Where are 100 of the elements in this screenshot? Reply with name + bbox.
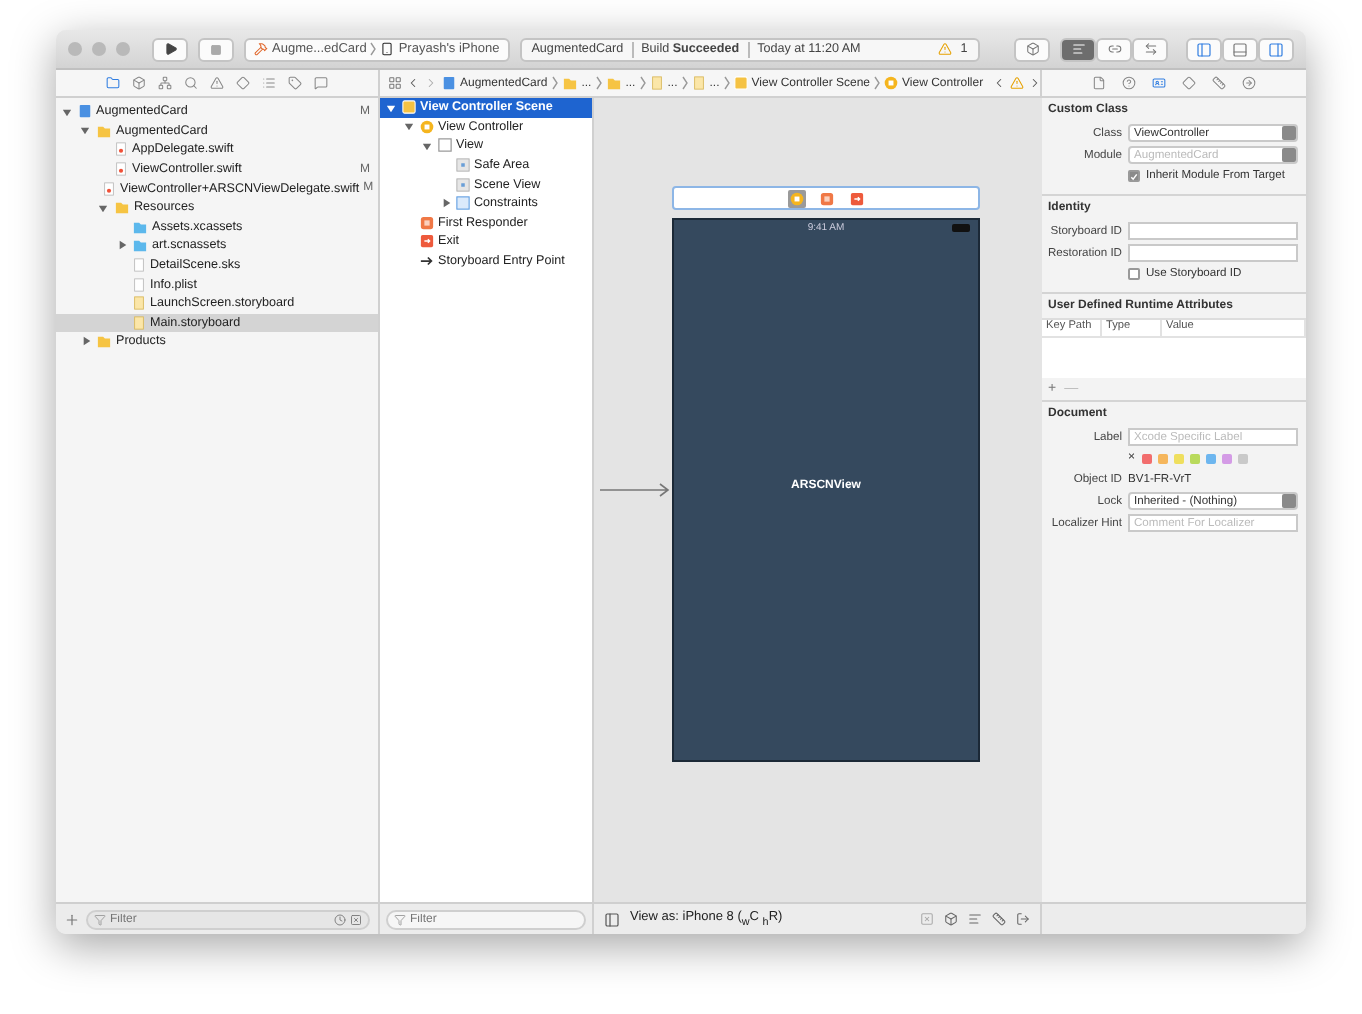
box-icon[interactable] <box>132 76 146 90</box>
chevron-icon <box>874 76 881 90</box>
play-icon <box>163 42 177 56</box>
left-panel-icon <box>1196 41 1212 57</box>
lines-icon <box>1071 42 1085 56</box>
diamond-icon[interactable] <box>236 76 250 90</box>
swift-file-icon <box>102 181 116 196</box>
checkmark-icon <box>1130 171 1138 181</box>
warning-icon <box>1009 76 1024 90</box>
color-swatch[interactable] <box>1189 453 1200 463</box>
back-icon <box>406 76 420 90</box>
color-swatch[interactable] <box>1157 453 1168 463</box>
color-swatch[interactable] <box>1237 453 1248 463</box>
box-icon <box>1025 42 1039 56</box>
id-card-icon[interactable] <box>1152 76 1166 90</box>
editor-mode-button[interactable] <box>1060 37 1096 61</box>
view-controller-icon <box>420 119 434 134</box>
help-icon[interactable] <box>1122 76 1136 90</box>
phone-icon <box>380 42 395 56</box>
disclosure-triangle[interactable] <box>404 120 416 133</box>
input-field[interactable] <box>1128 222 1298 240</box>
project-file-icon <box>442 76 456 90</box>
disclosure-triangle[interactable] <box>80 335 92 348</box>
outline-toggle-icon <box>604 911 620 927</box>
swift-file-icon <box>114 142 128 157</box>
zoom-button[interactable] <box>116 42 130 56</box>
folder-icon <box>605 76 622 90</box>
color-swatch[interactable] <box>1221 453 1232 463</box>
tag-icon[interactable] <box>288 76 302 90</box>
forward-icon <box>424 76 438 90</box>
speech-bubble-icon[interactable] <box>314 76 328 90</box>
warning-icon[interactable] <box>210 76 224 90</box>
view-controller-icon <box>789 191 803 205</box>
panel-toggle[interactable] <box>1222 37 1258 61</box>
close-button[interactable] <box>68 42 82 56</box>
arrows-icon <box>1143 42 1157 56</box>
file-icon[interactable] <box>1092 76 1106 90</box>
disclosure-triangle[interactable] <box>422 139 434 152</box>
arrow-circle-icon[interactable] <box>1242 76 1256 90</box>
storyboard-file-icon <box>649 76 664 90</box>
color-swatch[interactable] <box>1205 453 1216 463</box>
layout-guide-icon <box>456 158 470 173</box>
editor-mode-button[interactable] <box>1132 37 1168 61</box>
grid-icon <box>388 76 402 90</box>
scene-icon <box>733 76 748 90</box>
checkbox[interactable] <box>1128 170 1140 182</box>
dock-item[interactable] <box>847 189 865 207</box>
swift-file-icon <box>114 162 128 177</box>
battery-icon <box>952 224 970 231</box>
filter-icon <box>94 913 106 925</box>
minimize-button[interactable] <box>92 42 106 56</box>
constraints-icon <box>456 196 470 211</box>
panel-toggle[interactable] <box>1258 37 1294 61</box>
diamond-icon[interactable] <box>1182 76 1196 90</box>
library-button[interactable] <box>1014 37 1050 61</box>
chevron-icon <box>681 76 688 90</box>
folder-icon[interactable] <box>106 76 120 90</box>
bottom-panel-icon <box>1232 41 1248 57</box>
disclosure-triangle[interactable] <box>386 101 398 114</box>
project-file-icon <box>78 104 92 119</box>
previous-issue-icon <box>991 76 1006 90</box>
exit-icon <box>420 234 434 249</box>
chevron-icon <box>551 76 558 90</box>
ruler-icon[interactable] <box>1212 76 1226 90</box>
run-button[interactable] <box>152 37 188 61</box>
chevron-icon <box>723 76 730 90</box>
disclosure-triangle[interactable] <box>80 124 92 137</box>
disclosure-triangle[interactable] <box>440 197 452 210</box>
clock-icon <box>334 913 346 925</box>
disclosure-triangle[interactable] <box>62 105 74 118</box>
disclosure-triangle[interactable] <box>116 239 128 252</box>
color-swatch[interactable] <box>1141 453 1152 463</box>
input-field[interactable] <box>1128 244 1298 262</box>
layout-guide-icon <box>456 177 470 192</box>
exit-icon <box>849 191 863 205</box>
editor-mode-button[interactable] <box>1096 37 1132 61</box>
search-icon[interactable] <box>184 76 198 90</box>
arrow-icon <box>420 254 434 269</box>
folder-icon <box>114 200 130 215</box>
checkbox[interactable] <box>1128 268 1140 280</box>
folder-icon <box>96 123 112 138</box>
stop-button[interactable] <box>198 37 234 61</box>
hammer-icon <box>254 42 268 56</box>
right-panel-icon <box>1268 41 1284 57</box>
list-icon[interactable] <box>262 76 276 90</box>
stop-icon <box>210 43 222 55</box>
view-controller-icon <box>884 76 899 90</box>
dock-item[interactable] <box>787 189 805 207</box>
storyboard-file-icon <box>691 76 706 90</box>
next-issue-icon <box>1027 76 1042 90</box>
entry-point-arrow <box>600 482 672 498</box>
hierarchy-icon[interactable] <box>158 76 172 90</box>
link-icon <box>1107 42 1121 56</box>
chevron-icon <box>639 76 646 90</box>
folder-icon <box>561 76 578 90</box>
disclosure-triangle[interactable] <box>98 201 110 214</box>
chevron-icon <box>595 76 602 90</box>
panel-toggle[interactable] <box>1186 37 1222 61</box>
view-icon <box>438 138 452 153</box>
color-swatch[interactable] <box>1173 453 1184 463</box>
